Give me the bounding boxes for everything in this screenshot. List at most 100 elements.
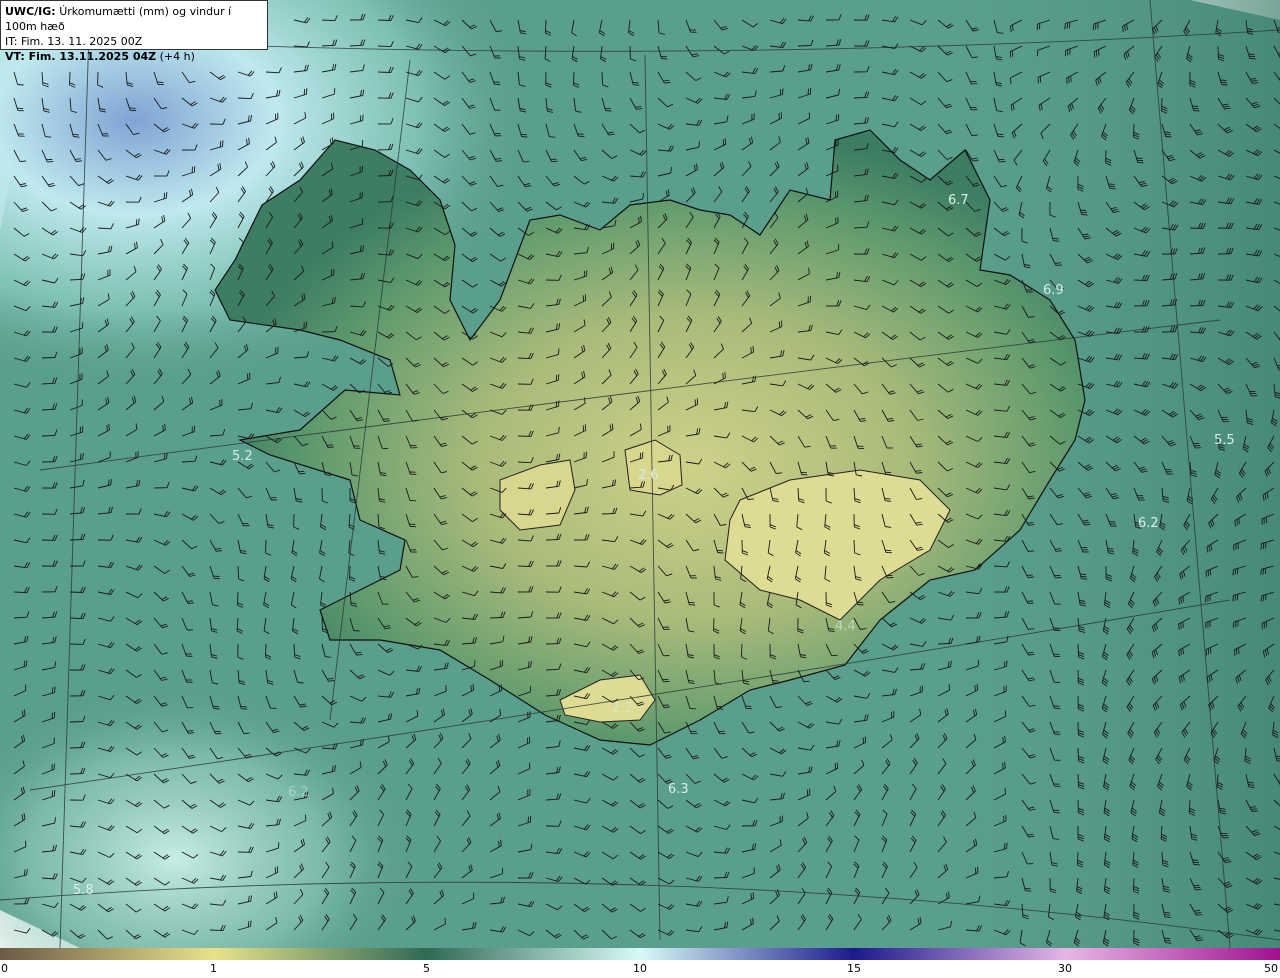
map-label: 6.3: [668, 782, 689, 797]
wind-barb-feather: [663, 628, 670, 631]
wind-barb-feather: [1137, 161, 1144, 164]
wind-barb: [237, 565, 240, 580]
wind-barb-feather: [660, 55, 667, 58]
scale-tick-label: 30: [1058, 962, 1072, 975]
wind-barb: [740, 643, 743, 658]
wind-barb-feather: [750, 347, 752, 354]
wind-barb-feather: [1249, 57, 1256, 60]
wind-barb-feather: [106, 425, 108, 432]
wind-barb-feather: [558, 400, 560, 407]
wind-barb-feather: [305, 88, 308, 95]
wind-barb-feather: [1262, 542, 1265, 549]
wind-barb: [797, 45, 812, 47]
wind-barb-feather: [72, 133, 79, 136]
wind-barb-feather: [1025, 890, 1032, 892]
map-label: 4.4: [835, 619, 856, 634]
wind-barb-feather: [163, 453, 166, 460]
wind-barb-feather: [885, 473, 892, 476]
wind-barb-feather: [1003, 843, 1006, 850]
wind-barb-feather: [555, 400, 558, 408]
wind-barb-feather: [856, 601, 864, 604]
wind-barb-feather: [500, 684, 503, 691]
wind-barb-feather: [1232, 569, 1234, 576]
wind-barb-feather: [605, 110, 612, 112]
wind-barb-feather: [800, 471, 807, 474]
wind-barb-feather: [558, 348, 560, 355]
map-label: 6.2: [1138, 516, 1159, 531]
wind-barb-feather: [521, 136, 528, 138]
wind-barb-feather: [474, 660, 476, 667]
wind-barb-feather: [803, 680, 810, 683]
wind-barb-feather: [834, 763, 837, 770]
wind-barb-feather: [1093, 51, 1096, 58]
wind-barb-feather: [1098, 49, 1100, 56]
wind-barb-feather: [971, 134, 978, 137]
wind-barb-feather: [1095, 50, 1098, 57]
wind-barb-feather: [752, 345, 754, 353]
wind-barb-feather: [747, 498, 754, 500]
wind-barb-feather: [1260, 543, 1262, 550]
initial-time: IT: Fim. 13. 11. 2025 00Z: [5, 35, 143, 48]
wind-barb-feather: [17, 84, 24, 86]
wind-barb-feather: [1262, 595, 1265, 602]
wind-barb-feather: [243, 732, 250, 735]
map-label: 6.7: [948, 193, 969, 208]
wind-barb-feather: [416, 710, 419, 717]
wind-barb-feather: [779, 89, 782, 96]
wind-barb-feather: [1068, 76, 1070, 83]
wind-barb-feather: [166, 452, 168, 459]
wind-barb: [41, 434, 56, 437]
wind-barb: [853, 539, 856, 554]
wind-barb-feather: [1006, 660, 1008, 667]
wind-barb-feather: [885, 471, 892, 474]
wind-barb-feather: [1164, 131, 1171, 133]
wind-barb-feather: [1250, 808, 1257, 810]
wind-barb-feather: [862, 737, 865, 744]
wind-barb-feather: [1236, 568, 1239, 575]
wind-barb-feather: [359, 115, 362, 122]
wind-barb-feather: [831, 654, 838, 657]
wind-barb-feather: [604, 107, 611, 110]
valid-time-offset: (+4 h): [159, 50, 195, 63]
wind-barb-feather: [277, 842, 280, 849]
wind-barb-feather: [551, 160, 558, 163]
map-info-box: UWC/IG: Úrkomumætti (mm) og vindur í 100…: [0, 0, 268, 63]
wind-barb-feather: [719, 732, 726, 735]
wind-barb-feather: [498, 685, 501, 692]
wind-barb-feather: [1233, 649, 1236, 656]
map-label: 5.8: [73, 883, 94, 898]
wind-barb-feather: [1080, 209, 1087, 211]
wind-barb-feather: [782, 88, 784, 95]
wind-barb-feather: [662, 626, 669, 628]
wind-barb-feather: [1192, 107, 1199, 110]
wind-barb-feather: [1109, 187, 1116, 190]
wind-barb-feather: [662, 704, 669, 706]
map-label: 2.2: [612, 701, 633, 716]
wind-barb: [377, 45, 392, 48]
scale-tick-label: 5: [423, 962, 430, 975]
wind-barb-feather: [752, 892, 755, 899]
valid-time: VT: Fim. 13.11.2025 04Z: [5, 50, 157, 63]
wind-barb-feather: [1003, 661, 1006, 668]
wind-barb-feather: [857, 604, 864, 606]
wind-barb-feather: [1081, 214, 1088, 216]
scale-tick-label: 10: [633, 962, 647, 975]
wind-barb-feather: [1165, 136, 1172, 138]
wind-barb-feather: [520, 133, 527, 136]
map-label: 6.2: [288, 785, 309, 800]
color-scale-labels: 0 1 5 10 15 30 50: [0, 962, 1280, 978]
wind-barb-feather: [1027, 576, 1034, 579]
wind-barb-feather: [1012, 24, 1014, 31]
map-label: 5.5: [1214, 433, 1235, 448]
wind-barb-feather: [1081, 578, 1088, 580]
product-code: UWC/IG:: [5, 5, 56, 18]
wind-barb-feather: [864, 736, 867, 743]
wind-barb-feather: [213, 708, 220, 710]
wind-barb-feather: [550, 158, 557, 161]
wind-barb-feather: [1193, 863, 1200, 866]
scale-tick-label: 0: [1, 962, 8, 975]
wind-barb-feather: [716, 549, 723, 552]
wind-barb-feather: [362, 114, 364, 121]
wind-barb: [41, 357, 56, 359]
wind-barb: [237, 97, 252, 100]
